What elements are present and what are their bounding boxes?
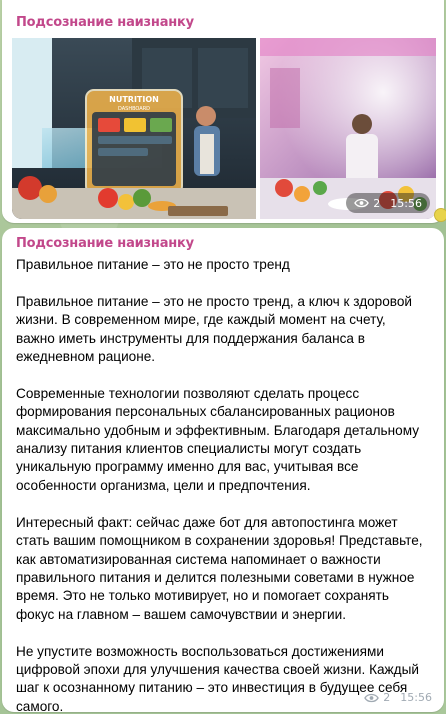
sender-name[interactable]: Подсознание наизнанку: [16, 236, 194, 251]
view-count: 2: [373, 196, 381, 210]
message-text: Правильное питание – это не просто тренд…: [16, 257, 423, 714]
eye-icon: [354, 198, 370, 208]
message-photo-album[interactable]: Подсознание наизнанку NUTRITION DASHBOAR…: [2, 0, 446, 223]
dashboard-subtitle: DASHBOARD: [118, 106, 150, 112]
photo-meta: 2 15:56: [346, 193, 430, 213]
photo-album: NUTRITION DASHBOARD 2 15:56: [12, 38, 436, 219]
view-count: 2: [383, 691, 391, 704]
timestamp: 15:56: [390, 196, 422, 210]
dashboard-title: NUTRITION: [109, 95, 159, 104]
message-meta: 2 15:56: [364, 691, 432, 704]
emoji-reaction-icon[interactable]: [434, 208, 446, 222]
eye-icon: [364, 693, 380, 702]
message-text-post[interactable]: Подсознание наизнанку Правильное питание…: [2, 228, 444, 714]
timestamp: 15:56: [400, 691, 432, 704]
sender-name[interactable]: Подсознание наизнанку: [16, 15, 194, 30]
photo-kitchen-dashboard[interactable]: NUTRITION DASHBOARD: [12, 38, 256, 219]
photo-pink-kitchen[interactable]: 2 15:56: [260, 38, 436, 219]
